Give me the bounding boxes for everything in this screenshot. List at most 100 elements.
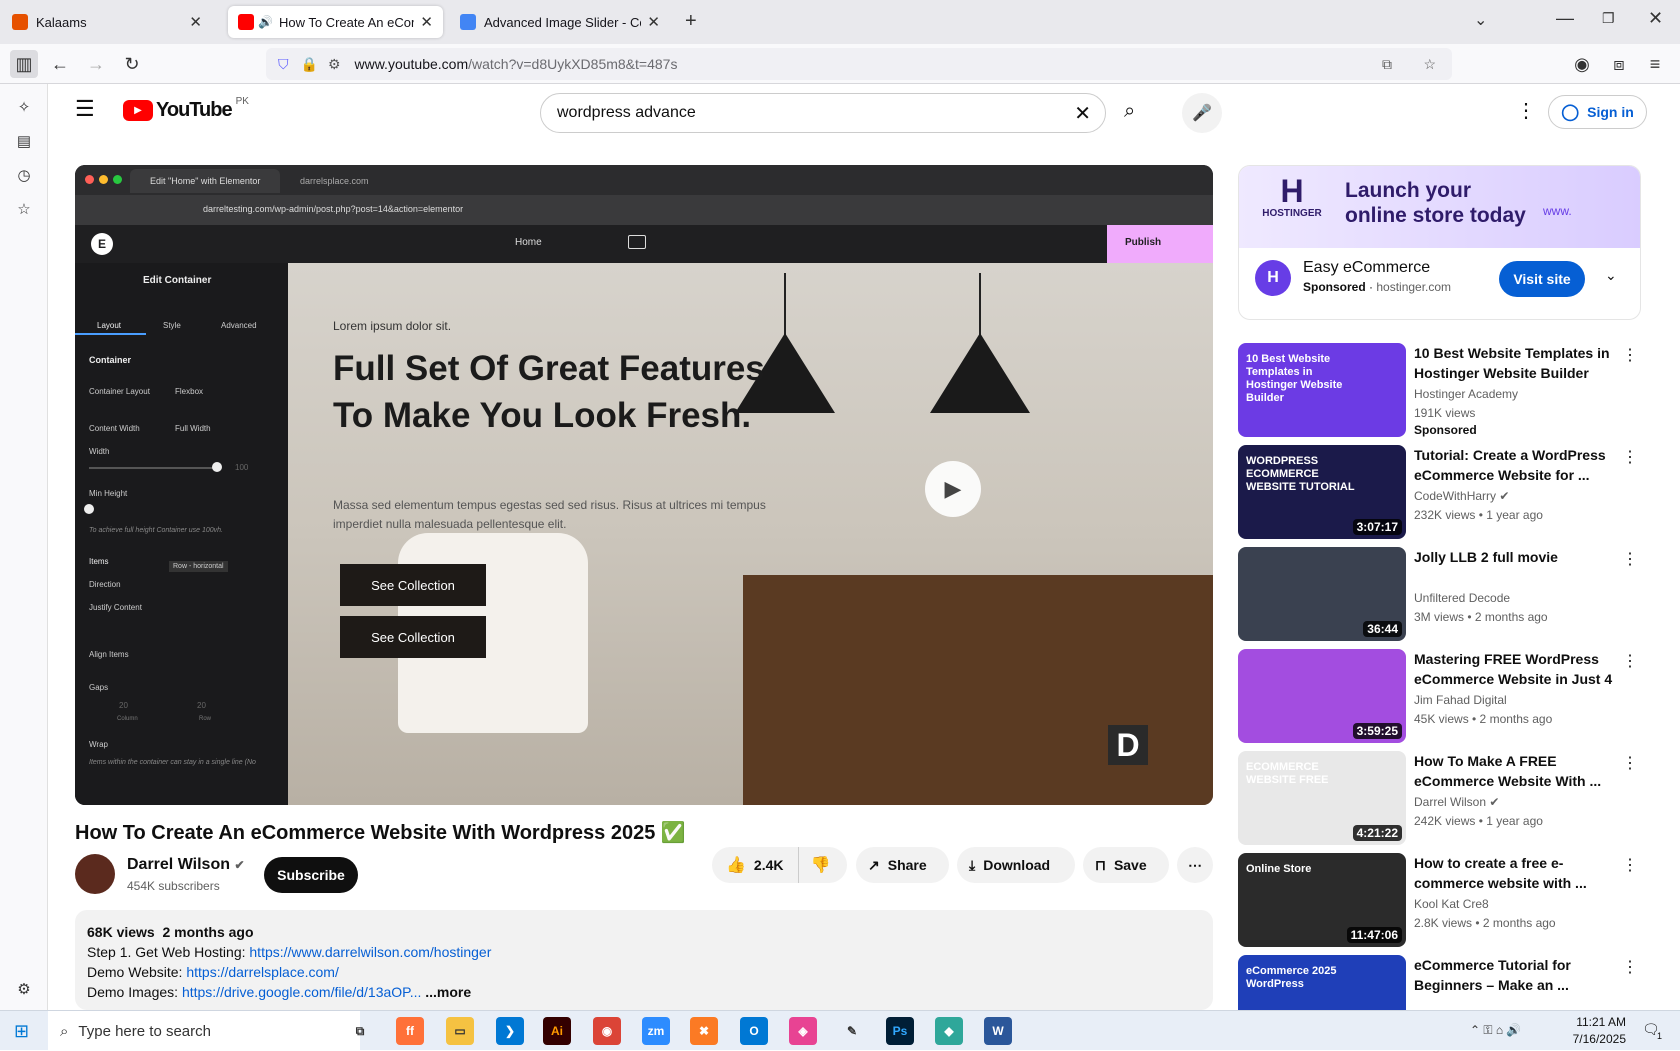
recommendation-title[interactable]: 10 Best Website Templates in Hostinger W…	[1414, 343, 1619, 383]
avatar[interactable]	[75, 854, 115, 894]
ai-chat-icon[interactable]: ✧	[14, 98, 34, 118]
photoshop-icon[interactable]: Ps	[886, 1017, 914, 1045]
recommendation-channel[interactable]: Jim Fahad Digital	[1414, 693, 1507, 707]
recommendation-item[interactable]: Online Store 11:47:06 How to create a fr…	[1238, 853, 1658, 949]
ad-banner[interactable]: H HOSTINGER Launch your online store tod…	[1239, 166, 1640, 248]
hosting-link[interactable]: https://www.darrelwilson.com/hostinger	[249, 944, 491, 960]
visit-site-button[interactable]: Visit site	[1499, 261, 1585, 297]
expand-ad-icon[interactable]: ⌄	[1605, 267, 1617, 284]
recommendation-item[interactable]: 10 Best Website Templates in Hostinger W…	[1238, 343, 1658, 439]
video-player[interactable]: Edit "Home" with Elementor darrelsplace.…	[75, 165, 1213, 805]
bookmarks-icon[interactable]: ☆	[14, 200, 34, 220]
taskbar-search-input[interactable]: ⌕ Type here to search	[48, 1011, 360, 1051]
demo-images-link[interactable]: https://drive.google.com/file/d/13aOP...	[182, 984, 421, 1000]
extensions-icon[interactable]: ⧈	[1605, 50, 1633, 78]
save-button[interactable]: ⊓ Save	[1083, 847, 1169, 883]
file-explorer-icon[interactable]: ▭	[446, 1017, 474, 1045]
more-vert-icon[interactable]: ⋮	[1622, 549, 1638, 569]
voice-search-icon[interactable]: 🎤	[1182, 93, 1222, 133]
download-button[interactable]: ⤓ Download	[957, 847, 1075, 883]
recommendation-channel[interactable]: CodeWithHarry ✔	[1414, 489, 1509, 503]
speaker-icon[interactable]: 🔊	[258, 15, 273, 29]
word-icon[interactable]: W	[984, 1017, 1012, 1045]
video-thumbnail[interactable]: WORDPRESS ECOMMERCE WEBSITE TUTORIAL 3:0…	[1238, 445, 1406, 539]
recommendation-item[interactable]: 36:44 Jolly LLB 2 full movie Unfiltered …	[1238, 547, 1658, 643]
more-link[interactable]: ...more	[425, 984, 471, 1000]
firefox-app-icon[interactable]: ff	[396, 1017, 424, 1045]
share-button[interactable]: ↗ Share	[856, 847, 949, 883]
close-window-icon[interactable]: ✕	[1648, 8, 1663, 29]
video-thumbnail[interactable]: Online Store 11:47:06	[1238, 853, 1406, 947]
recommendation-title[interactable]: How to create a free e-commerce website …	[1414, 853, 1619, 893]
recommendation-channel[interactable]: Unfiltered Decode	[1414, 591, 1510, 605]
forward-icon[interactable]: →	[82, 50, 110, 78]
demo-website-link[interactable]: https://darrelsplace.com/	[186, 964, 339, 980]
recommendation-channel[interactable]: Hostinger Academy	[1414, 387, 1518, 401]
video-thumbnail[interactable]: ECOMMERCE WEBSITE FREE 4:21:22	[1238, 751, 1406, 845]
clock[interactable]: 11:21 AM 7/16/2025	[1562, 1014, 1626, 1048]
recommendation-channel[interactable]: Darrel Wilson ✔	[1414, 795, 1499, 809]
recommendation-title[interactable]: Mastering FREE WordPress eCommerce Websi…	[1414, 649, 1619, 689]
lock-icon[interactable]: 🔒	[301, 56, 318, 73]
youtube-logo[interactable]: ▶ YouTube PK	[123, 96, 249, 122]
channel-name[interactable]: Darrel Wilson ✔	[127, 856, 245, 874]
sidebar-toggle-icon[interactable]: ▥	[10, 50, 38, 78]
back-icon[interactable]: ←	[46, 50, 74, 78]
permissions-icon[interactable]: ⚙	[328, 56, 341, 73]
recommendation-channel[interactable]: Kool Kat Cre8	[1414, 897, 1489, 911]
synced-tabs-icon[interactable]: ▤	[14, 132, 34, 152]
more-vert-icon[interactable]: ⋮	[1622, 651, 1638, 671]
illustrator-icon[interactable]: Ai	[543, 1017, 571, 1045]
shield-icon[interactable]: ⛉	[278, 56, 289, 73]
outlook-icon[interactable]: O	[740, 1017, 768, 1045]
browser-tab-kalaams[interactable]: Kalaams ✕	[2, 6, 212, 38]
recommendation-title[interactable]: How To Make A FREE eCommerce Website Wit…	[1414, 751, 1619, 791]
task-view-icon[interactable]: ⧉	[346, 1017, 374, 1045]
recommendation-title[interactable]: eCommerce Tutorial for Beginners – Make …	[1414, 955, 1619, 995]
close-tab-icon[interactable]: ✕	[189, 13, 202, 31]
menu-icon[interactable]: ≡	[1641, 50, 1669, 78]
play-icon[interactable]: ▶	[925, 461, 981, 517]
close-tab-icon[interactable]: ✕	[647, 13, 660, 31]
list-tabs-icon[interactable]: ⌄	[1474, 10, 1487, 30]
settings-gear-icon[interactable]: ⚙	[14, 980, 34, 1000]
pen-tool-icon[interactable]: ✎	[838, 1017, 866, 1045]
chrome-icon[interactable]: ◉	[593, 1017, 621, 1045]
search-input[interactable]: wordpress advance ✕	[540, 93, 1106, 133]
video-thumbnail[interactable]: 3:59:25	[1238, 649, 1406, 743]
hamburger-menu-icon[interactable]: ☰	[75, 96, 95, 122]
xampp-icon[interactable]: ✖	[690, 1017, 718, 1045]
settings-more-icon[interactable]: ⋮	[1516, 98, 1536, 123]
account-icon[interactable]: ◉	[1568, 50, 1596, 78]
more-actions-button[interactable]: ⋯	[1177, 847, 1213, 883]
video-thumbnail[interactable]: 36:44	[1238, 547, 1406, 641]
zoom-icon[interactable]: zm	[642, 1017, 670, 1045]
browser-tab-youtube[interactable]: 🔊 How To Create An eComme ✕	[228, 6, 443, 38]
close-tab-icon[interactable]: ✕	[420, 13, 433, 31]
more-vert-icon[interactable]: ⋮	[1622, 447, 1638, 467]
reload-icon[interactable]: ↻	[118, 50, 146, 78]
vscode-icon[interactable]: ❯	[496, 1017, 524, 1045]
sign-in-button[interactable]: ◯ Sign in	[1548, 95, 1647, 129]
more-vert-icon[interactable]: ⋮	[1622, 753, 1638, 773]
video-thumbnail[interactable]: eCommerce 2025 WordPress	[1238, 955, 1406, 1010]
search-button[interactable]: ⌕	[1106, 93, 1168, 133]
minimize-icon[interactable]: —	[1556, 8, 1574, 29]
recommendation-item[interactable]: WORDPRESS ECOMMERCE WEBSITE TUTORIAL 3:0…	[1238, 445, 1658, 541]
photos-icon[interactable]: ◈	[789, 1017, 817, 1045]
bookmark-star-icon[interactable]: ☆	[1423, 56, 1436, 73]
dislike-button[interactable]: 👎	[799, 855, 843, 875]
subscribe-button[interactable]: Subscribe	[264, 857, 358, 893]
clear-search-icon[interactable]: ✕	[1074, 101, 1091, 126]
recommendation-item[interactable]: eCommerce 2025 WordPress eCommerce Tutor…	[1238, 955, 1658, 1010]
sponsored-ad[interactable]: H HOSTINGER Launch your online store tod…	[1238, 165, 1641, 320]
new-tab-icon[interactable]: +	[685, 10, 697, 33]
like-button[interactable]: 👍 2.4K	[712, 847, 799, 883]
recommendation-item[interactable]: 3:59:25 Mastering FREE WordPress eCommer…	[1238, 649, 1658, 745]
description-box[interactable]: 68K views 2 months ago Step 1. Get Web H…	[75, 910, 1213, 1010]
recommendation-title[interactable]: Tutorial: Create a WordPress eCommerce W…	[1414, 445, 1619, 485]
recommendation-item[interactable]: ECOMMERCE WEBSITE FREE 4:21:22 How To Ma…	[1238, 751, 1658, 847]
history-icon[interactable]: ◷	[14, 166, 34, 186]
app-gem-icon[interactable]: ◆	[935, 1017, 963, 1045]
restore-icon[interactable]: ❐	[1602, 10, 1615, 27]
